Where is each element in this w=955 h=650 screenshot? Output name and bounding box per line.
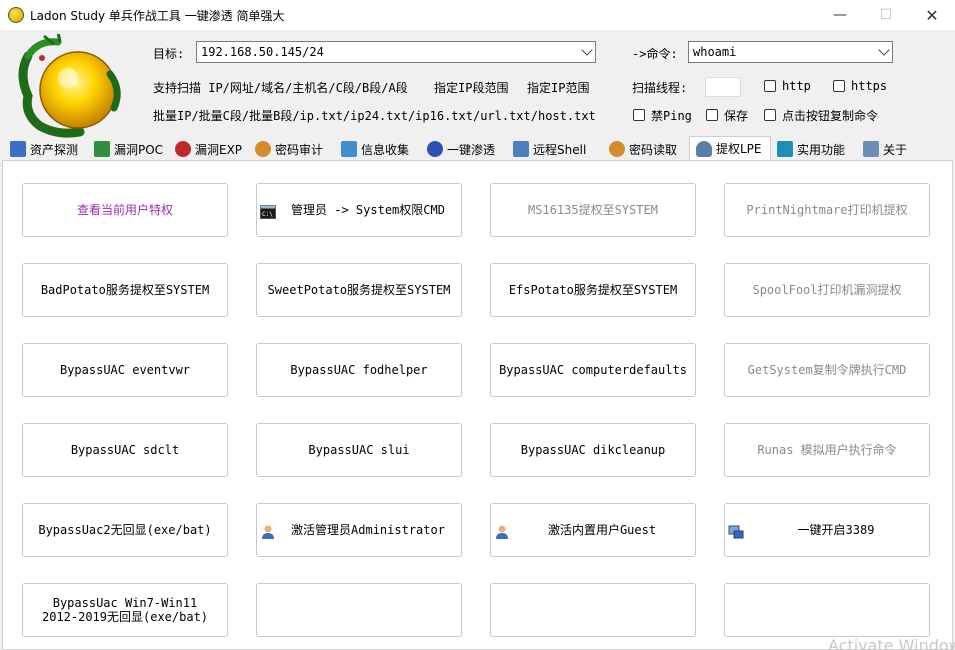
- tab-vuln-exp[interactable]: 漏洞EXP: [169, 138, 249, 160]
- network-icon: [341, 141, 357, 157]
- activate-administrator-button[interactable]: 激活管理员Administrator: [256, 503, 462, 557]
- check-user-privileges-button[interactable]: 查看当前用户特权: [22, 183, 228, 237]
- activate-guest-button[interactable]: 激活内置用户Guest: [490, 503, 696, 557]
- dragon-logo-icon: [18, 34, 121, 138]
- http-checkbox[interactable]: [764, 80, 776, 92]
- enable-rdp-3389-button[interactable]: 一键开启3389: [724, 503, 930, 557]
- runas-button[interactable]: Runas 模拟用户执行命令: [724, 423, 930, 477]
- user-icon: [262, 525, 274, 539]
- https-label: https: [851, 79, 888, 93]
- app-icon: [8, 7, 24, 23]
- title-bar: Ladon Study 单兵作战工具 一键渗透 简单强大 — ☐ ✕: [0, 0, 955, 30]
- save-label: 保存: [724, 109, 749, 123]
- command-combobox[interactable]: whoami: [688, 41, 893, 63]
- maximize-button[interactable]: ☐: [863, 0, 909, 30]
- users-icon: [255, 141, 271, 157]
- remote-icon: [513, 141, 529, 157]
- target-label: 目标:: [153, 47, 185, 61]
- bypassuac-fodhelper-button[interactable]: BypassUAC fodhelper: [256, 343, 462, 397]
- threads-input[interactable]: [705, 77, 741, 97]
- tab-utilities[interactable]: 实用功能: [771, 138, 857, 160]
- tab-strip: 资产探测 漏洞POC 漏洞EXP 密码审计 信息收集 一键渗透 远程Shell …: [0, 136, 955, 160]
- arrows-icon: [777, 141, 793, 157]
- command-label: ->命令:: [632, 47, 678, 61]
- copy-cmd-checkbox[interactable]: [764, 109, 776, 121]
- printnightmare-button[interactable]: PrintNightmare打印机提权: [724, 183, 930, 237]
- efspotato-button[interactable]: EfsPotato服务提权至SYSTEM: [490, 263, 696, 317]
- remote-desktop-icon: [728, 525, 744, 539]
- tab-password-audit[interactable]: 密码审计: [249, 138, 335, 160]
- user-icon: [496, 525, 508, 539]
- person-icon: [696, 140, 712, 157]
- https-checkbox[interactable]: [833, 80, 845, 92]
- bypassuac-eventvwr-button[interactable]: BypassUAC eventvwr: [22, 343, 228, 397]
- bypassuac-win7-win11-button[interactable]: BypassUac Win7-Win11 2012-2019无回显(exe/ba…: [22, 583, 228, 637]
- badpotato-button[interactable]: BadPotato服务提权至SYSTEM: [22, 263, 228, 317]
- ping-label: 禁Ping: [651, 109, 692, 123]
- window-title: Ladon Study 单兵作战工具 一键渗透 简单强大: [30, 8, 285, 23]
- copy-cmd-label: 点击按钮复制命令: [782, 109, 879, 123]
- users-icon: [609, 141, 625, 157]
- chevron-down-icon[interactable]: [581, 44, 593, 56]
- threads-label: 扫描线程:: [632, 81, 688, 95]
- activation-watermark: Activate Windows: [828, 636, 955, 650]
- bypassuac2-button[interactable]: BypassUac2无回显(exe/bat): [22, 503, 228, 557]
- tab-privilege-escalation[interactable]: 提权LPE: [689, 136, 771, 160]
- tab-remote-shell[interactable]: 远程Shell: [507, 138, 603, 160]
- ip-scope-text: 指定IP范围: [527, 81, 590, 95]
- cmd-icon: C:\: [260, 205, 276, 219]
- ms16135-button[interactable]: MS16135提权至SYSTEM: [490, 183, 696, 237]
- scan-support-text: 支持扫描 IP/网址/域名/主机名/C段/B段/A段: [153, 81, 408, 95]
- monitor-icon: [10, 141, 26, 157]
- speaker-icon: [863, 141, 879, 157]
- sweetpotato-button[interactable]: SweetPotato服务提权至SYSTEM: [256, 263, 462, 317]
- batch-text: 批量IP/批量C段/批量B段/ip.txt/ip24.txt/ip16.txt/…: [153, 109, 596, 123]
- admin-to-system-cmd-button[interactable]: C:\ 管理员 -> System权限CMD: [256, 183, 462, 237]
- tab-vuln-poc[interactable]: 漏洞POC: [88, 138, 169, 160]
- empty-button[interactable]: [256, 583, 462, 637]
- ip-range-text: 指定IP段范围: [434, 81, 509, 95]
- s-icon: [427, 141, 443, 157]
- ping-checkbox[interactable]: [633, 109, 645, 121]
- bypassuac-slui-button[interactable]: BypassUAC slui: [256, 423, 462, 477]
- tab-one-click-pentest[interactable]: 一键渗透: [421, 138, 507, 160]
- chevron-down-icon[interactable]: [878, 44, 890, 56]
- spoolfool-button[interactable]: SpoolFool打印机漏洞提权: [724, 263, 930, 317]
- terminal-icon: [94, 141, 110, 157]
- empty-button[interactable]: [490, 583, 696, 637]
- stop-icon: [175, 141, 191, 157]
- target-value: 192.168.50.145/24: [201, 45, 324, 59]
- target-combobox[interactable]: 192.168.50.145/24: [196, 41, 596, 63]
- getsystem-button[interactable]: GetSystem复制令牌执行CMD: [724, 343, 930, 397]
- minimize-button[interactable]: —: [817, 0, 863, 30]
- bypassuac-computerdefaults-button[interactable]: BypassUAC computerdefaults: [490, 343, 696, 397]
- http-label: http: [782, 79, 811, 93]
- tab-about[interactable]: 关于: [857, 138, 917, 160]
- tab-info-gathering[interactable]: 信息收集: [335, 138, 421, 160]
- save-checkbox[interactable]: [706, 109, 718, 121]
- bypassuac-sdclt-button[interactable]: BypassUAC sdclt: [22, 423, 228, 477]
- command-value: whoami: [693, 45, 737, 59]
- bypassuac-dikcleanup-button[interactable]: BypassUAC dikcleanup: [490, 423, 696, 477]
- empty-button[interactable]: [724, 583, 930, 637]
- tab-asset-detection[interactable]: 资产探测: [4, 138, 88, 160]
- svg-text:C:\: C:\: [262, 211, 273, 218]
- close-button[interactable]: ✕: [909, 0, 955, 30]
- tab-password-read[interactable]: 密码读取: [603, 138, 689, 160]
